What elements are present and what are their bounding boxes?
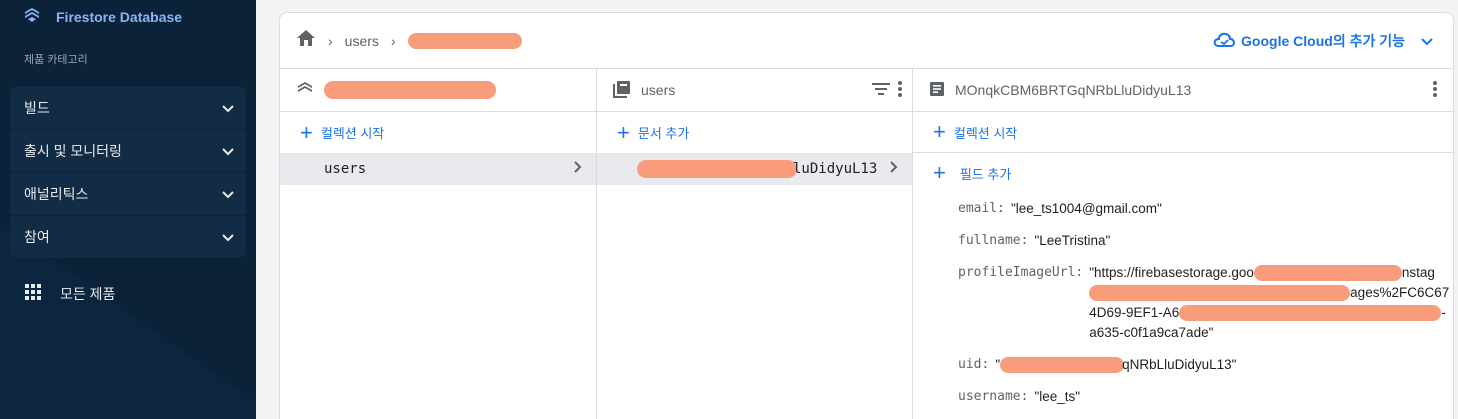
sidebar-item-label: 빌드 [24, 99, 50, 116]
collection-column: users + 문서 추가 luDidyuL13 [597, 69, 913, 419]
redacted-breadcrumb [407, 32, 522, 49]
url-part: nstag [1401, 265, 1435, 280]
url-part: 4D69-9EF1-A6 [1089, 305, 1180, 320]
chevron-down-icon [222, 186, 234, 202]
cloud-icon [1213, 32, 1236, 51]
field-profile-image-url[interactable]: profileImageUrl: "https://firebasestorag… [958, 263, 1453, 343]
collection-title: users [641, 82, 676, 98]
plus-icon: + [300, 119, 313, 145]
field-value: "LeeTristina" [1034, 233, 1111, 248]
document-column: MOnqkCBM6BRTGqNRbLluDidyuL13 + 컬렉션 시작 + … [913, 69, 1453, 419]
google-cloud-label: Google Cloud의 추가 기능 [1241, 33, 1405, 49]
start-subcollection-label: 컬렉션 시작 [953, 125, 1018, 141]
add-document-button[interactable]: + 문서 추가 [597, 112, 912, 153]
collection-header-actions [872, 81, 902, 100]
chevron-down-icon [1421, 33, 1433, 49]
field-value: " qNRbLluDidyuL13" [995, 355, 1236, 375]
field-value: "lee_ts" [1034, 389, 1081, 404]
document-header-actions [1433, 81, 1437, 100]
collection-icon [613, 80, 631, 101]
sidebar-item-engage[interactable]: 참여 [10, 215, 246, 258]
field-key: profileImageUrl: [958, 265, 1084, 280]
sidebar-item-label: 참여 [24, 229, 50, 245]
chevron-right-icon: › [390, 32, 396, 49]
redacted-url [1089, 285, 1351, 301]
field-uid[interactable]: uid: " qNRbLluDidyuL13" [958, 355, 1453, 375]
chevron-right-icon: › [328, 32, 333, 49]
sidebar-header[interactable]: Firestore Database [22, 6, 182, 28]
url-part: - [1441, 305, 1446, 320]
sidebar-item-label: 출시 및 모니터링 [24, 143, 122, 159]
uid-part: qNRbLluDidyuL13" [1122, 357, 1237, 372]
collection-name: users [324, 161, 367, 177]
sidebar-item-analytics[interactable]: 애널리틱스 [10, 172, 246, 215]
grid-icon [24, 283, 42, 304]
add-field-label: 필드 추가 [959, 166, 1012, 182]
url-line-3: 4D69-9EF1-A6 - [1089, 303, 1449, 323]
add-document-label: 문서 추가 [637, 126, 690, 141]
document-id-suffix: luDidyuL13 [793, 161, 878, 177]
start-subcollection-button[interactable]: + 컬렉션 시작 [913, 112, 1453, 153]
document-title: MOnqkCBM6BRTGqNRbLluDidyuL13 [955, 82, 1192, 98]
all-products-link[interactable]: 모든 제품 [24, 283, 115, 304]
filter-icon[interactable] [872, 82, 890, 99]
sidebar-item-build[interactable]: 빌드 [10, 86, 246, 129]
url-line-4: a635-c0f1a9ca7ade" [1089, 325, 1214, 340]
breadcrumb-users[interactable]: users [345, 33, 379, 49]
firestore-icon [22, 5, 42, 30]
field-username[interactable]: username: "lee_ts" [958, 387, 1453, 407]
start-collection-button[interactable]: + 컬렉션 시작 [280, 112, 596, 153]
google-cloud-extras-button[interactable]: Google Cloud의 추가 기능 [1213, 31, 1433, 51]
url-part: ages%2FC6C67 [1350, 285, 1450, 300]
database-icon [296, 80, 314, 101]
field-key: username: [958, 389, 1029, 404]
chevron-right-icon [890, 161, 898, 177]
document-fields: email: "lee_ts1004@gmail.com" fullname: … [913, 199, 1453, 407]
chevron-right-icon [574, 161, 582, 177]
url-line-1: "https://firebasestorage.goo nstag [1089, 263, 1449, 283]
redacted-url [1253, 265, 1402, 281]
home-icon[interactable] [296, 29, 316, 52]
redacted-url [1179, 305, 1442, 321]
product-category-label: 제품 카테고리 [24, 54, 88, 66]
more-vert-icon[interactable] [1433, 81, 1437, 100]
document-item[interactable]: luDidyuL13 [597, 153, 912, 185]
breadcrumb: › users › Google Cloud의 추가 기능 [280, 13, 1453, 69]
plus-icon: + [933, 119, 946, 144]
more-vert-icon[interactable] [898, 81, 902, 100]
redacted-uid [1000, 357, 1125, 373]
collection-item-users[interactable]: users [280, 153, 596, 185]
add-field-button[interactable]: + 필드 추가 [913, 153, 1453, 193]
url-part: "https://firebasestorage.goo [1089, 265, 1254, 280]
plus-icon: + [933, 160, 946, 185]
sidebar: Firestore Database 제품 카테고리 빌드 출시 및 모니터링 … [0, 0, 256, 419]
collection-header: users [597, 69, 912, 112]
sidebar-item-label: 애널리틱스 [24, 186, 89, 202]
url-line-2: ages%2FC6C67 [1089, 283, 1449, 303]
chevron-down-icon [222, 229, 234, 245]
redacted-document-id [637, 160, 797, 178]
field-value: "https://firebasestorage.goo nstag ages%… [1089, 263, 1449, 343]
sidebar-item-release-monitor[interactable]: 출시 및 모니터링 [10, 129, 246, 172]
redacted-database-name [324, 81, 496, 99]
field-key: email: [958, 201, 1005, 216]
field-email[interactable]: email: "lee_ts1004@gmail.com" [958, 199, 1453, 219]
field-key: fullname: [958, 233, 1029, 248]
field-key: uid: [958, 357, 990, 372]
field-value: "lee_ts1004@gmail.com" [1010, 201, 1162, 216]
sidebar-title: Firestore Database [56, 9, 183, 25]
all-products-label: 모든 제품 [60, 285, 116, 302]
database-column: + 컬렉션 시작 users [280, 69, 597, 419]
document-icon [929, 81, 945, 100]
field-fullname[interactable]: fullname: "LeeTristina" [958, 231, 1453, 251]
firestore-data-panel: › users › Google Cloud의 추가 기능 + 컬렉션 시작 u… [279, 12, 1454, 419]
database-header [280, 69, 596, 112]
plus-icon: + [617, 119, 630, 145]
sidebar-group: 빌드 출시 및 모니터링 애널리틱스 참여 [10, 86, 246, 258]
document-id: luDidyuL13 [637, 160, 877, 178]
chevron-down-icon [222, 143, 234, 159]
chevron-down-icon [222, 100, 234, 116]
start-collection-label: 컬렉션 시작 [320, 126, 385, 141]
document-header: MOnqkCBM6BRTGqNRbLluDidyuL13 [913, 69, 1453, 112]
